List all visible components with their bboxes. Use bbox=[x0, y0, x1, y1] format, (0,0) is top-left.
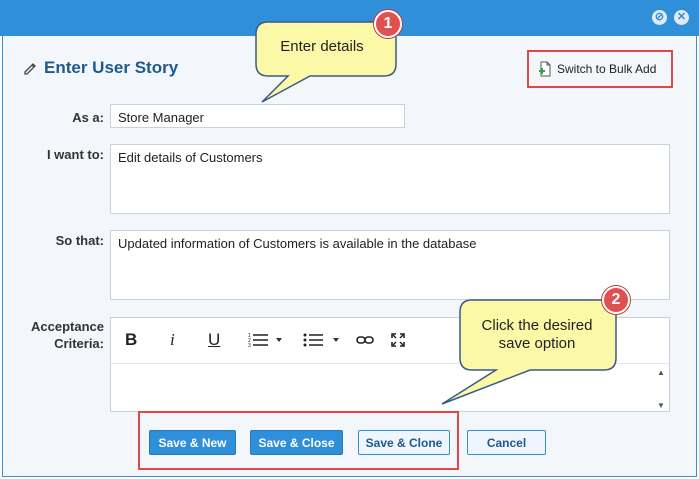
scroll-up-icon[interactable]: ▲ bbox=[655, 368, 667, 377]
page-title: Enter User Story bbox=[22, 58, 178, 78]
i-want-to-textarea[interactable]: Edit details of Customers bbox=[110, 144, 670, 214]
underline-icon[interactable]: U bbox=[208, 330, 220, 350]
italic-icon[interactable]: i bbox=[170, 330, 175, 350]
acceptance-label-line1: Acceptance bbox=[31, 319, 104, 334]
pencil-icon bbox=[24, 63, 36, 75]
link-icon[interactable] bbox=[356, 330, 374, 350]
bullet-list-icon[interactable] bbox=[303, 330, 341, 350]
save-close-button[interactable]: Save & Close bbox=[250, 430, 343, 455]
callout-1-text: Enter details bbox=[280, 38, 364, 55]
callout-2-line1: Click the desired bbox=[481, 317, 593, 334]
svg-text:3: 3 bbox=[248, 343, 251, 348]
add-document-icon bbox=[539, 61, 551, 77]
callout-1-badge: 1 bbox=[374, 10, 402, 38]
acceptance-label-line2: Criteria: bbox=[54, 336, 104, 351]
close-icon[interactable]: ✕ bbox=[674, 10, 689, 25]
window-titlebar: ⊘ ✕ bbox=[0, 0, 699, 36]
cancel-button[interactable]: Cancel bbox=[467, 430, 546, 455]
minimize-icon[interactable]: ⊘ bbox=[652, 10, 667, 25]
bulk-add-label: Switch to Bulk Add bbox=[557, 62, 657, 76]
scroll-down-icon[interactable]: ▼ bbox=[655, 401, 667, 410]
acceptance-criteria-label: Acceptance Criteria: bbox=[20, 318, 104, 352]
save-new-button[interactable]: Save & New bbox=[149, 430, 236, 455]
ordered-list-icon[interactable]: 1 2 3 bbox=[248, 330, 284, 350]
save-clone-button[interactable]: Save & Clone bbox=[358, 430, 450, 455]
page-title-text: Enter User Story bbox=[44, 58, 179, 77]
bold-icon[interactable]: B bbox=[125, 330, 137, 350]
switch-to-bulk-add-button[interactable]: Switch to Bulk Add bbox=[537, 61, 656, 77]
so-that-textarea[interactable]: Updated information of Customers is avai… bbox=[110, 230, 670, 300]
callout-2-text: Click the desired save option bbox=[462, 317, 612, 353]
callout-2-line2: save option bbox=[498, 335, 576, 352]
as-a-label: As a: bbox=[72, 110, 104, 125]
i-want-to-label: I want to: bbox=[46, 147, 104, 162]
fullscreen-icon[interactable] bbox=[391, 330, 405, 350]
so-that-label: So that: bbox=[55, 233, 104, 248]
callout-2-badge: 2 bbox=[602, 286, 630, 314]
editor-scrollbar[interactable]: ▲ ▼ bbox=[655, 366, 667, 410]
as-a-input[interactable]: Store Manager bbox=[110, 104, 405, 128]
